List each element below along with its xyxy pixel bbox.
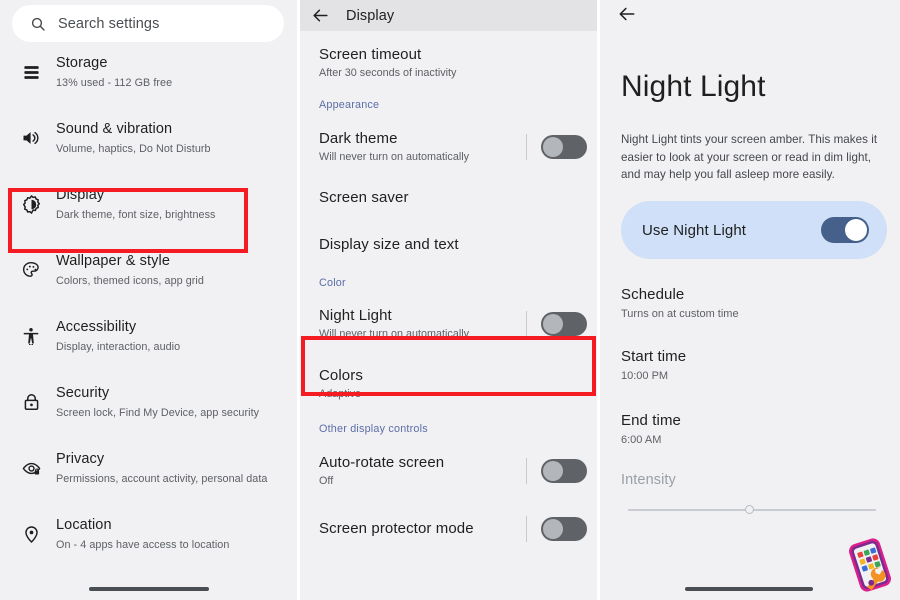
sidebar-item-wallpaper-style[interactable]: Wallpaper & style Colors, themed icons, … [0,250,297,316]
row-label: Colors [319,367,363,384]
row-start-time[interactable]: Start time 10:00 PM [621,347,686,384]
lock-icon [16,391,46,413]
home-indicator-bar [89,587,209,591]
intensity-label: Intensity [621,472,676,488]
sidebar-item-display[interactable]: Display Dark theme, font size, brightnes… [0,184,297,250]
sidebar-item-label: Sound & vibration [56,121,173,137]
row-screen-protector-mode[interactable]: Screen protector mode [300,505,597,553]
settings-list: Storage 13% used - 112 GB free Sound & v… [0,52,297,580]
search-input[interactable]: Search settings [12,5,284,42]
back-arrow-icon[interactable] [617,4,637,29]
page-title: Night Light [621,70,766,103]
use-night-light-label: Use Night Light [642,221,747,239]
row-end-time[interactable]: End time 6:00 AM [621,411,681,448]
row-divider [526,516,527,542]
sidebar-item-sound-vibration[interactable]: Sound & vibration Volume, haptics, Do No… [0,118,297,184]
sidebar-item-label: Display [56,187,105,203]
eye-icon [16,457,46,479]
row-screen-timeout[interactable]: Screen timeout After 30 seconds of inact… [300,31,597,95]
panel-night-light-detail: Night Light Night Light tints your scree… [600,0,900,600]
sidebar-item-privacy[interactable]: Privacy Permissions, account activity, p… [0,448,297,514]
toggle-dark-theme[interactable] [541,135,587,159]
accessibility-icon [16,325,46,347]
sidebar-item-security[interactable]: Security Screen lock, Find My Device, ap… [0,382,297,448]
row-sublabel: Will never turn on automatically [319,328,470,340]
row-sublabel: After 30 seconds of inactivity [319,67,457,79]
sidebar-item-label: Wallpaper & style [56,253,170,269]
sidebar-item-sublabel: On - 4 apps have access to location [56,539,230,551]
sidebar-item-sublabel: Colors, themed icons, app grid [56,275,204,287]
row-label: End time [621,412,681,429]
row-sublabel: Adaptive [319,388,362,400]
row-label: Schedule [621,286,685,303]
row-label: Dark theme [319,130,398,147]
section-label-appearance: Appearance [319,99,380,111]
row-label: Screen protector mode [319,520,474,537]
row-sublabel: Turns on at custom time [621,308,739,320]
search-icon [31,17,45,31]
intensity-slider[interactable] [628,503,876,517]
storage-icon [16,61,46,83]
toggle-screen-protector-mode[interactable] [541,517,587,541]
display-settings-list: Screen timeout After 30 seconds of inact… [300,31,597,553]
use-night-light-card[interactable]: Use Night Light [621,201,887,259]
row-divider [526,458,527,484]
row-sublabel: Will never turn on automatically [319,151,470,163]
row-auto-rotate-screen[interactable]: Auto-rotate screen Off [300,443,597,499]
row-divider [526,134,527,160]
row-label: Auto-rotate screen [319,454,445,471]
sidebar-item-accessibility[interactable]: Accessibility Display, interaction, audi… [0,316,297,382]
toggle-auto-rotate-screen[interactable] [541,459,587,483]
section-label-other-display-controls: Other display controls [319,423,428,435]
home-indicator-bar [685,587,813,591]
toggle-night-light[interactable] [541,312,587,336]
phone-wrench-logo [849,538,891,592]
toggle-use-night-light[interactable] [821,217,869,243]
location-pin-icon [16,523,46,545]
row-schedule[interactable]: Schedule Turns on at custom time [621,285,739,322]
row-dark-theme[interactable]: Dark theme Will never turn on automatica… [300,119,597,175]
row-divider [526,311,527,337]
sidebar-item-label: Security [56,385,110,401]
back-arrow-icon[interactable] [300,6,340,25]
row-night-light[interactable]: Night Light Will never turn on automatic… [300,295,597,353]
sidebar-item-sublabel: Volume, haptics, Do Not Disturb [56,143,211,155]
sidebar-item-sublabel: Permissions, account activity, personal … [56,473,268,485]
row-sublabel: 6:00 AM [621,434,662,446]
row-colors[interactable]: Colors Adaptive [300,357,597,411]
row-display-size-and-text[interactable]: Display size and text [300,221,597,269]
sidebar-item-label: Accessibility [56,319,137,335]
panel-settings-list: Search settings Storage 13% used - 112 G… [0,0,297,600]
row-label: Display size and text [319,236,459,253]
display-header-bar: Display [300,0,597,31]
sidebar-item-sublabel: Display, interaction, audio [56,341,181,353]
row-label: Start time [621,348,687,365]
sidebar-item-location[interactable]: Location On - 4 apps have access to loca… [0,514,297,580]
brightness-icon [16,193,46,215]
row-label: Night Light [319,307,392,324]
android-settings-screenshot: Search settings Storage 13% used - 112 G… [0,0,900,600]
palette-icon [16,259,46,281]
page-title: Display [346,7,395,24]
row-sublabel: 10:00 PM [621,370,669,382]
sidebar-item-sublabel: Screen lock, Find My Device, app securit… [56,407,260,419]
sidebar-item-storage[interactable]: Storage 13% used - 112 GB free [0,52,297,118]
page-description: Night Light tints your screen amber. Thi… [621,133,878,181]
section-label-color: Color [319,277,346,289]
row-screen-saver[interactable]: Screen saver [300,175,597,221]
sidebar-item-sublabel: 13% used - 112 GB free [56,77,173,89]
row-sublabel: Off [319,475,334,487]
sidebar-item-sublabel: Dark theme, font size, brightness [56,209,216,221]
sidebar-item-label: Storage [56,55,108,71]
sidebar-item-label: Location [56,517,112,533]
sidebar-item-label: Privacy [56,451,105,467]
search-input-text: Search settings [58,15,160,32]
panel-display-settings: Display Screen timeout After 30 seconds … [300,0,597,600]
row-label: Screen timeout [319,46,422,63]
intensity-slider-thumb[interactable] [745,505,754,514]
volume-icon [16,127,46,149]
row-label: Screen saver [319,189,409,206]
